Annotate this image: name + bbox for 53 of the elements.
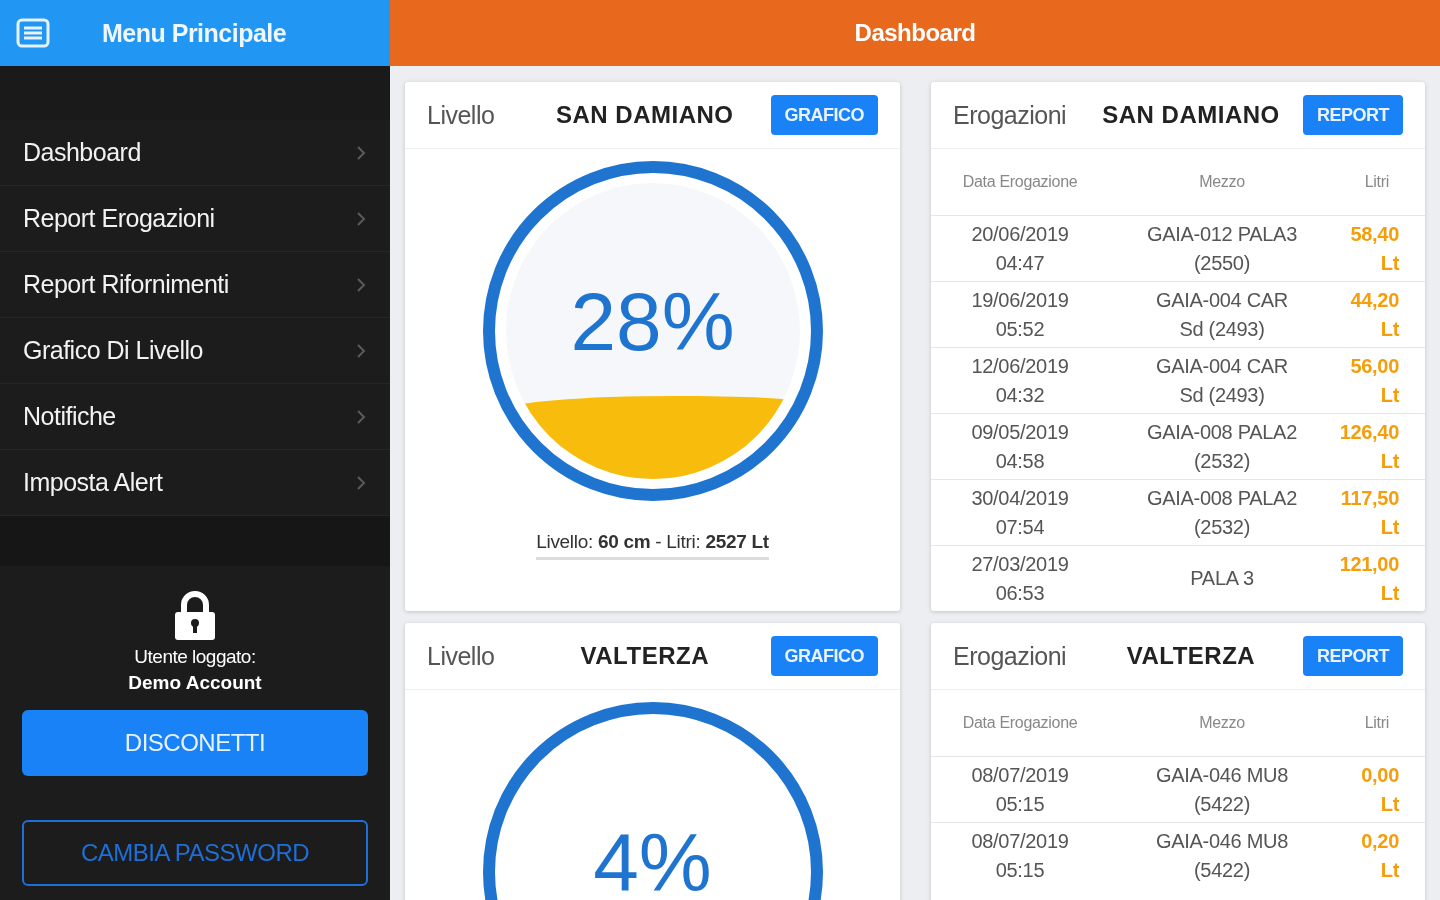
table-cell-text: 56,00 Lt	[1349, 353, 1401, 408]
table-cell-text: 58,40 Lt	[1349, 221, 1401, 276]
site-name: VALTERZA	[579, 642, 710, 670]
column-header: Data Erogazione	[961, 173, 1079, 191]
table-cell-text: 08/07/2019 05:15	[970, 762, 1070, 817]
table-cell-text: GAIA-008 PALA2 (2532)	[1146, 485, 1298, 540]
table-cell-text: 0,00 Lt	[1360, 762, 1401, 817]
site-name: VALTERZA	[1125, 642, 1257, 670]
table-cell-text: 44,20 Lt	[1349, 287, 1401, 342]
card-label: Erogazioni	[953, 641, 1068, 671]
table-cell-text: 08/07/2019 05:15	[970, 828, 1070, 883]
site-name: SAN DAMIANO	[1101, 101, 1281, 129]
user-label: Utente loggato:	[134, 646, 256, 668]
table-cell-text: 117,50 Lt	[1339, 485, 1401, 540]
table-cell-text: 19/06/2019 05:52	[970, 287, 1070, 342]
lock-icon	[172, 590, 218, 642]
table-cell-text: GAIA-046 MU8 (5422)	[1155, 828, 1289, 883]
level-percent: 28%	[569, 281, 736, 363]
chevron-icon	[356, 276, 366, 293]
column-header: Mezzo	[1198, 173, 1246, 191]
table-cell-text: 0,20 Lt	[1360, 828, 1401, 883]
table-cell-text: GAIA-004 CAR Sd (2493)	[1155, 287, 1289, 342]
site-name: SAN DAMIANO	[555, 101, 735, 129]
column-header: Data Erogazione	[961, 714, 1079, 732]
chevron-icon	[356, 210, 366, 227]
chevron-icon	[356, 408, 366, 425]
table-cell-text: 30/04/2019 07:54	[970, 485, 1070, 540]
table-cell-text: 12/06/2019 04:32	[970, 353, 1070, 408]
table-cell-text: GAIA-012 PALA3 (2550)	[1146, 221, 1298, 276]
menu-title: Menu Principale	[102, 18, 287, 48]
card-label: Livello	[427, 641, 496, 671]
column-header: Litri	[1363, 714, 1390, 732]
list-icon[interactable]	[16, 18, 50, 48]
column-header: Litri	[1363, 173, 1390, 191]
page-title: Dashboard	[854, 19, 976, 47]
table-cell-text: 20/06/2019 04:47	[970, 221, 1070, 276]
user-name: Demo Account	[128, 672, 262, 694]
table-cell-text: GAIA-004 CAR Sd (2493)	[1155, 353, 1289, 408]
table-cell-text: 27/03/2019 06:53	[970, 551, 1070, 606]
table-cell-text: PALA 3	[1189, 566, 1255, 591]
chevron-icon	[356, 144, 366, 161]
column-header: Mezzo	[1198, 714, 1246, 732]
level-caption: Livello: 60 cm - Litri: 2527 Lt	[536, 531, 769, 552]
chevron-icon	[356, 474, 366, 491]
table-cell-text: GAIA-008 PALA2 (2532)	[1146, 419, 1298, 474]
table-cell-text: 126,40 Lt	[1338, 419, 1401, 474]
table-cell-text: 09/05/2019 04:58	[970, 419, 1070, 474]
table-cell-text: GAIA-046 MU8 (5422)	[1155, 762, 1289, 817]
card-label: Livello	[427, 100, 496, 130]
level-percent: 4%	[592, 822, 713, 900]
card-label: Erogazioni	[953, 100, 1068, 130]
chevron-icon	[356, 342, 366, 359]
table-cell-text: 121,00 Lt	[1338, 551, 1401, 606]
